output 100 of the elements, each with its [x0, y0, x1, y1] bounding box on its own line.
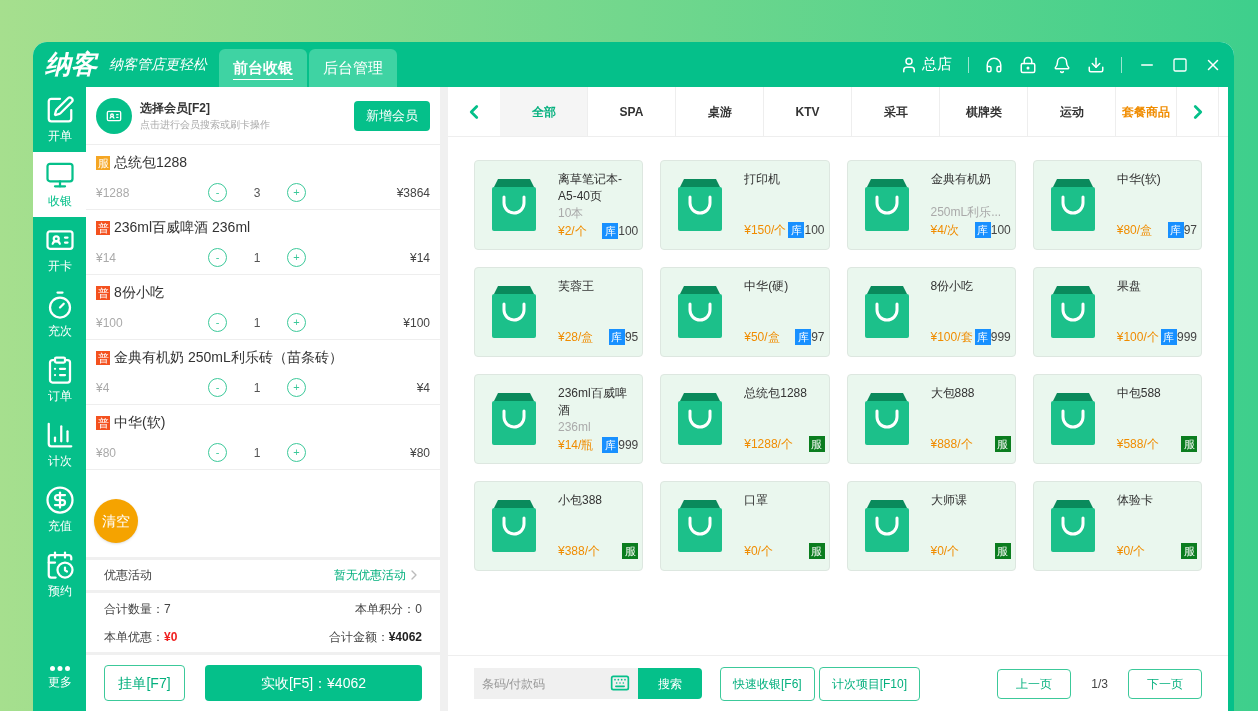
- shopping-bag-icon: [1048, 286, 1097, 338]
- sidebar-item[interactable]: 计次: [33, 412, 86, 477]
- stock-count: 97: [811, 329, 825, 346]
- product-price: ¥4/次: [930, 222, 960, 239]
- download-icon[interactable]: [1087, 55, 1105, 74]
- clear-button[interactable]: 清空: [94, 499, 138, 543]
- product-card[interactable]: 打印机 ¥150/个 库 100: [660, 160, 830, 250]
- promo-label: 优惠活动: [104, 567, 152, 584]
- sidebar-item[interactable]: 预约: [33, 542, 86, 607]
- cart-item[interactable]: 普 金典有机奶 250mL利乐砖（苗条砖） ¥4 - 1 + ¥4: [86, 340, 440, 405]
- product-card[interactable]: 236ml百威啤酒 236ml ¥14/瓶 库 999: [474, 374, 644, 464]
- category-tab[interactable]: SPA: [588, 87, 676, 136]
- stock-tag: 库: [788, 222, 805, 238]
- product-price: ¥0/个: [744, 543, 773, 560]
- shopping-bag-icon: [1048, 500, 1097, 552]
- sidebar-item[interactable]: 更多: [33, 646, 86, 711]
- pay-button[interactable]: 实收[F5]：¥4062: [205, 665, 422, 701]
- product-card[interactable]: 大包888 ¥888/个 服: [846, 374, 1016, 464]
- shopping-bag-icon: [862, 179, 911, 231]
- product-card[interactable]: 小包388 ¥388/个 服: [474, 481, 644, 571]
- sidebar-item[interactable]: 充次: [33, 282, 86, 347]
- keyboard-icon[interactable]: [610, 673, 630, 693]
- bell-icon[interactable]: [1053, 55, 1071, 74]
- next-page-button[interactable]: 下一页: [1128, 668, 1202, 699]
- total-quantity: 合计数量：7: [104, 600, 171, 618]
- product-name: 中华(硬): [744, 278, 790, 295]
- category-tab[interactable]: 采耳: [852, 87, 940, 136]
- product-card[interactable]: 中华(软) ¥80/盒 库 97: [1032, 160, 1202, 250]
- service-tag: 服: [622, 543, 639, 559]
- cart-item[interactable]: 普 236ml百威啤酒 236ml ¥14 - 1 + ¥14: [86, 210, 440, 275]
- more-dots-icon: [49, 666, 70, 671]
- stock-count: 999: [990, 329, 1011, 346]
- product-card[interactable]: 中包588 ¥588/个 服: [1032, 374, 1202, 464]
- product-card[interactable]: 8份小吃 ¥100/套 库 999: [846, 267, 1016, 357]
- total-amount: 合计金额：¥4062: [328, 628, 422, 646]
- sidebar-item[interactable]: 订单: [33, 347, 86, 412]
- product-card[interactable]: 离草笔记本-A5-40页 10本 ¥2/个 库 100: [474, 160, 644, 250]
- order-discount-label: 本单优惠：¥0: [104, 628, 178, 646]
- shopping-bag-icon: [1048, 179, 1097, 231]
- product-card[interactable]: 中华(硬) ¥50/盒 库 97: [660, 267, 830, 357]
- quick-checkout-button[interactable]: 快速收银[F6]: [720, 666, 815, 701]
- shopping-bag-icon: [862, 393, 911, 445]
- hold-order-button[interactable]: 挂单[F7]: [104, 665, 185, 701]
- maximize-icon[interactable]: [1172, 56, 1188, 73]
- item-name: 236ml百威啤酒 236ml: [114, 218, 251, 237]
- product-card[interactable]: 口罩 ¥0/个 服: [660, 481, 830, 571]
- category-tab[interactable]: KTV: [764, 87, 852, 136]
- product-card[interactable]: 金典有机奶 250mL利乐... ¥4/次 库 100: [846, 160, 1016, 250]
- product-price: ¥1288/个: [744, 436, 793, 453]
- barcode-field[interactable]: 条码/付款码: [474, 668, 638, 699]
- headset-icon[interactable]: [985, 55, 1003, 74]
- count-items-button[interactable]: 计次项目[F10]: [818, 666, 921, 701]
- product-name: 口罩: [744, 492, 770, 509]
- cart-item[interactable]: 服 总统包1288 ¥1288 - 3 + ¥3864: [86, 145, 440, 210]
- cart-item[interactable]: 普 8份小吃 ¥100 - 1 + ¥100: [86, 275, 440, 340]
- product-card[interactable]: 体验卡 ¥0/个 服: [1032, 481, 1202, 571]
- shopping-bag-icon: [862, 500, 911, 552]
- category-tab[interactable]: 棋牌类: [940, 87, 1028, 136]
- promo-value[interactable]: 暂无优惠活动: [334, 566, 406, 584]
- lock-icon[interactable]: [1019, 55, 1037, 74]
- cart-item[interactable]: 普 中华(软) ¥80 - 1 + ¥80: [86, 405, 440, 470]
- previous-page-button[interactable]: 上一页: [997, 668, 1072, 699]
- category-tab[interactable]: 套餐商品: [1116, 87, 1176, 136]
- store-name[interactable]: 总店: [922, 53, 952, 76]
- stock-count: 97: [1183, 222, 1197, 239]
- product-card[interactable]: 总统包1288 ¥1288/个 服: [660, 374, 830, 464]
- product-name: 总统包1288: [744, 385, 808, 402]
- member-title[interactable]: 选择会员[F2]: [140, 99, 354, 117]
- add-member-button[interactable]: 新增会员: [354, 100, 430, 131]
- shopping-bag-icon: [676, 500, 725, 552]
- member-avatar-icon: [96, 97, 132, 134]
- product-name: 金典有机奶: [930, 171, 992, 188]
- sidebar-item[interactable]: 充值: [33, 477, 86, 542]
- unit-price: ¥14: [96, 249, 118, 267]
- category-tab[interactable]: 全部: [500, 87, 588, 136]
- line-total: ¥4: [415, 379, 430, 397]
- scroll-right-button[interactable]: [1176, 87, 1219, 136]
- sidebar-item[interactable]: 开卡: [33, 217, 86, 282]
- product-price: ¥2/个: [558, 223, 587, 240]
- item-name: 总统包1288: [114, 153, 188, 172]
- top-tab[interactable]: 前台收银: [219, 49, 307, 87]
- item-tag: 普: [96, 415, 110, 430]
- top-tab[interactable]: 后台管理: [309, 49, 397, 87]
- item-tag: 普: [96, 220, 110, 235]
- search-button[interactable]: 搜索: [638, 668, 702, 699]
- item-name: 金典有机奶 250mL利乐砖（苗条砖）: [114, 348, 343, 367]
- service-tag: 服: [808, 436, 825, 452]
- category-tab[interactable]: 桌游: [676, 87, 764, 136]
- product-card[interactable]: 大师课 ¥0/个 服: [846, 481, 1016, 571]
- sidebar-item[interactable]: 开单: [33, 87, 86, 152]
- product-price: ¥0/个: [1116, 543, 1146, 560]
- category-tab[interactable]: 运动: [1028, 87, 1116, 136]
- product-name: 中包588: [1116, 385, 1162, 402]
- product-card[interactable]: 芙蓉王 ¥28/盒 库 95: [474, 267, 644, 357]
- order-points: 本单积分：0: [355, 600, 422, 618]
- product-price: ¥588/个: [1116, 436, 1159, 453]
- product-price: ¥150/个: [744, 222, 787, 239]
- sidebar-item[interactable]: 收银: [33, 152, 86, 217]
- product-spec: 250mL利乐...: [930, 204, 1003, 221]
- product-card[interactable]: 果盘 ¥100/个 库 999: [1032, 267, 1202, 357]
